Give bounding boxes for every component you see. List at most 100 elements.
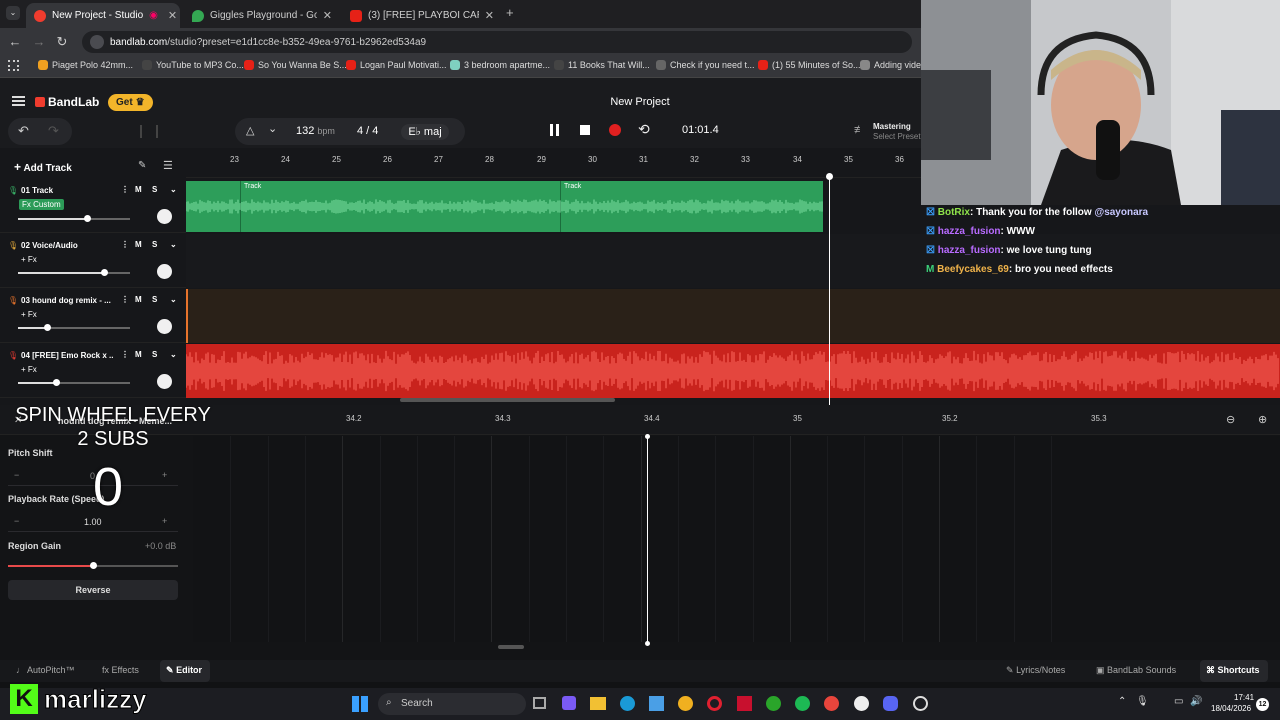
mute-button[interactable]: M <box>135 350 142 359</box>
tab-youtube[interactable]: (3) [FREE] PLAYBOI CARTI X KEN ✕ <box>342 3 502 28</box>
redo-icon[interactable]: ↷ <box>48 123 59 139</box>
mute-button[interactable]: M <box>135 295 142 304</box>
track-header[interactable]: 🎙 03 hound dog remix - ... ⋮ M S ⌄ + Fx <box>0 289 186 343</box>
notification-badge[interactable]: 12 <box>1256 698 1269 711</box>
network-icon[interactable]: ▭ <box>1174 696 1183 707</box>
pan-knob[interactable] <box>157 319 172 334</box>
bookmark-item[interactable]: Logan Paul Motivati... <box>346 60 447 70</box>
editor-grid[interactable] <box>193 436 1280 642</box>
pencil-tool-icon[interactable]: ✎ <box>138 160 146 171</box>
plus-icon[interactable]: + <box>162 516 167 526</box>
track-name[interactable]: 01 Track <box>21 186 113 195</box>
store-icon[interactable] <box>649 696 664 711</box>
reverse-button[interactable]: Reverse <box>8 580 178 600</box>
spotify-icon[interactable] <box>795 696 810 711</box>
meet-icon[interactable] <box>562 696 576 710</box>
tab-new-project[interactable]: New Project - Studio ◉ ✕ <box>26 3 180 28</box>
editor-tab[interactable]: ✎ Editor <box>160 660 211 682</box>
bookmark-item[interactable]: 11 Books That Will... <box>554 60 650 70</box>
playhead-handle[interactable] <box>826 173 833 180</box>
editor-playhead[interactable] <box>647 435 648 645</box>
region-gain-slider[interactable] <box>8 562 178 569</box>
xbox-icon[interactable] <box>766 696 781 711</box>
pan-knob[interactable] <box>157 264 172 279</box>
obs-icon[interactable] <box>854 696 869 711</box>
solo-button[interactable]: S <box>152 295 157 304</box>
bandlab-sounds-tab[interactable]: ▣ BandLab Sounds <box>1096 665 1176 676</box>
effects-tab[interactable]: fx Effects <box>102 665 139 675</box>
bookmark-item[interactable]: YouTube to MP3 Co... <box>142 60 244 70</box>
volume-knob[interactable] <box>44 324 52 331</box>
horizontal-scrollbar[interactable] <box>400 398 615 402</box>
track-settings-icon[interactable]: ☰ <box>163 159 173 172</box>
volume-slider[interactable] <box>18 269 130 276</box>
stop-icon[interactable] <box>580 125 590 135</box>
add-fx-button[interactable]: + Fx <box>21 310 37 319</box>
editor-playhead-bottom[interactable] <box>645 641 650 646</box>
apps-grid-icon[interactable] <box>8 60 19 71</box>
undo-icon[interactable]: ↶ <box>18 123 29 139</box>
track-name[interactable]: 02 Voice/Audio <box>21 241 113 250</box>
playhead[interactable] <box>829 176 830 405</box>
new-tab-button[interactable]: + <box>506 5 514 20</box>
mute-button[interactable]: M <box>135 240 142 249</box>
zoom-in-icon[interactable]: ⊕ <box>1258 413 1267 426</box>
time-signature[interactable]: 4 / 4 <box>357 125 378 137</box>
mixer-icon[interactable] <box>140 125 158 138</box>
autopitch-tab[interactable]: ♩ AutoPitch™ <box>16 665 75 675</box>
track-name[interactable]: 04 [FREE] Emo Rock x ... <box>21 351 113 360</box>
bookmark-item[interactable]: Piaget Polo 42mm... <box>38 60 133 70</box>
pan-knob[interactable] <box>157 209 172 224</box>
forward-arrow-icon[interactable]: → <box>28 34 50 49</box>
task-view-icon[interactable] <box>533 697 546 709</box>
minus-icon[interactable]: − <box>14 516 19 526</box>
bandlab-logo[interactable]: BandLab <box>35 95 99 109</box>
playback-value[interactable]: 1.00 <box>84 517 102 527</box>
more-options-icon[interactable]: ⋮ <box>121 295 129 304</box>
mute-button[interactable]: M <box>135 185 142 194</box>
volume-knob[interactable] <box>84 215 92 222</box>
discord-icon[interactable] <box>883 696 898 711</box>
project-title[interactable]: New Project <box>560 96 720 108</box>
chat-user[interactable]: hazza_fusion <box>938 245 1001 256</box>
acrobat-icon[interactable] <box>737 696 752 711</box>
streaming-app-icon[interactable] <box>913 696 928 711</box>
chevron-down-icon[interactable]: ⌄ <box>170 350 177 359</box>
volume-knob[interactable] <box>53 379 61 386</box>
edge-icon[interactable] <box>620 696 635 711</box>
track-name[interactable]: 03 hound dog remix - ... <box>21 296 113 305</box>
volume-slider[interactable] <box>18 379 130 386</box>
add-fx-button[interactable]: + Fx <box>21 255 37 264</box>
clock-date[interactable]: 18/04/2026 <box>1211 704 1251 713</box>
pause-icon[interactable] <box>550 124 559 136</box>
chevron-down-icon[interactable]: ⌄ <box>170 295 177 304</box>
back-arrow-icon[interactable]: ← <box>4 34 26 49</box>
track-header[interactable]: 🎙 02 Voice/Audio ⋮ M S ⌄ + Fx <box>0 234 186 288</box>
bookmark-item[interactable]: Check if you need t... <box>656 60 755 70</box>
address-bar[interactable]: bandlab.com/studio?preset=e1d1cc8e-b352-… <box>82 31 912 53</box>
zoom-out-icon[interactable]: ⊖ <box>1226 413 1235 426</box>
system-tray-chevron-icon[interactable]: ⌃ <box>1118 696 1126 707</box>
get-membership-button[interactable]: Get ♛ <box>108 94 153 111</box>
track-header[interactable]: 🎙 01 Track ⋮ M S ⌄ Fx Custom <box>0 179 186 233</box>
opera-icon[interactable] <box>707 696 722 711</box>
record-icon[interactable] <box>609 124 621 136</box>
close-tab-icon[interactable]: ✕ <box>323 9 332 22</box>
track-lane-selected[interactable] <box>186 289 1280 343</box>
metronome-icon[interactable]: △ <box>246 124 254 137</box>
key-signature[interactable]: E♭ maj <box>401 124 449 140</box>
file-explorer-icon[interactable] <box>590 697 606 710</box>
editor-scrollbar[interactable] <box>498 645 524 649</box>
tab-list-chevron-icon[interactable]: ⌄ <box>6 6 20 20</box>
chat-user[interactable]: BotRix <box>938 207 970 218</box>
shortcuts-tab[interactable]: ⌘ Shortcuts <box>1200 660 1268 682</box>
volume-slider[interactable] <box>18 215 130 222</box>
more-options-icon[interactable]: ⋮ <box>121 350 129 359</box>
bookmark-item[interactable]: So You Wanna Be S... <box>244 60 347 70</box>
volume-icon[interactable]: 🔊 <box>1190 696 1202 707</box>
hamburger-menu-icon[interactable] <box>12 96 25 106</box>
editor-playhead-top[interactable] <box>645 434 650 439</box>
solo-button[interactable]: S <box>152 185 157 194</box>
pan-knob[interactable] <box>157 374 172 389</box>
minus-icon[interactable]: − <box>14 470 19 480</box>
